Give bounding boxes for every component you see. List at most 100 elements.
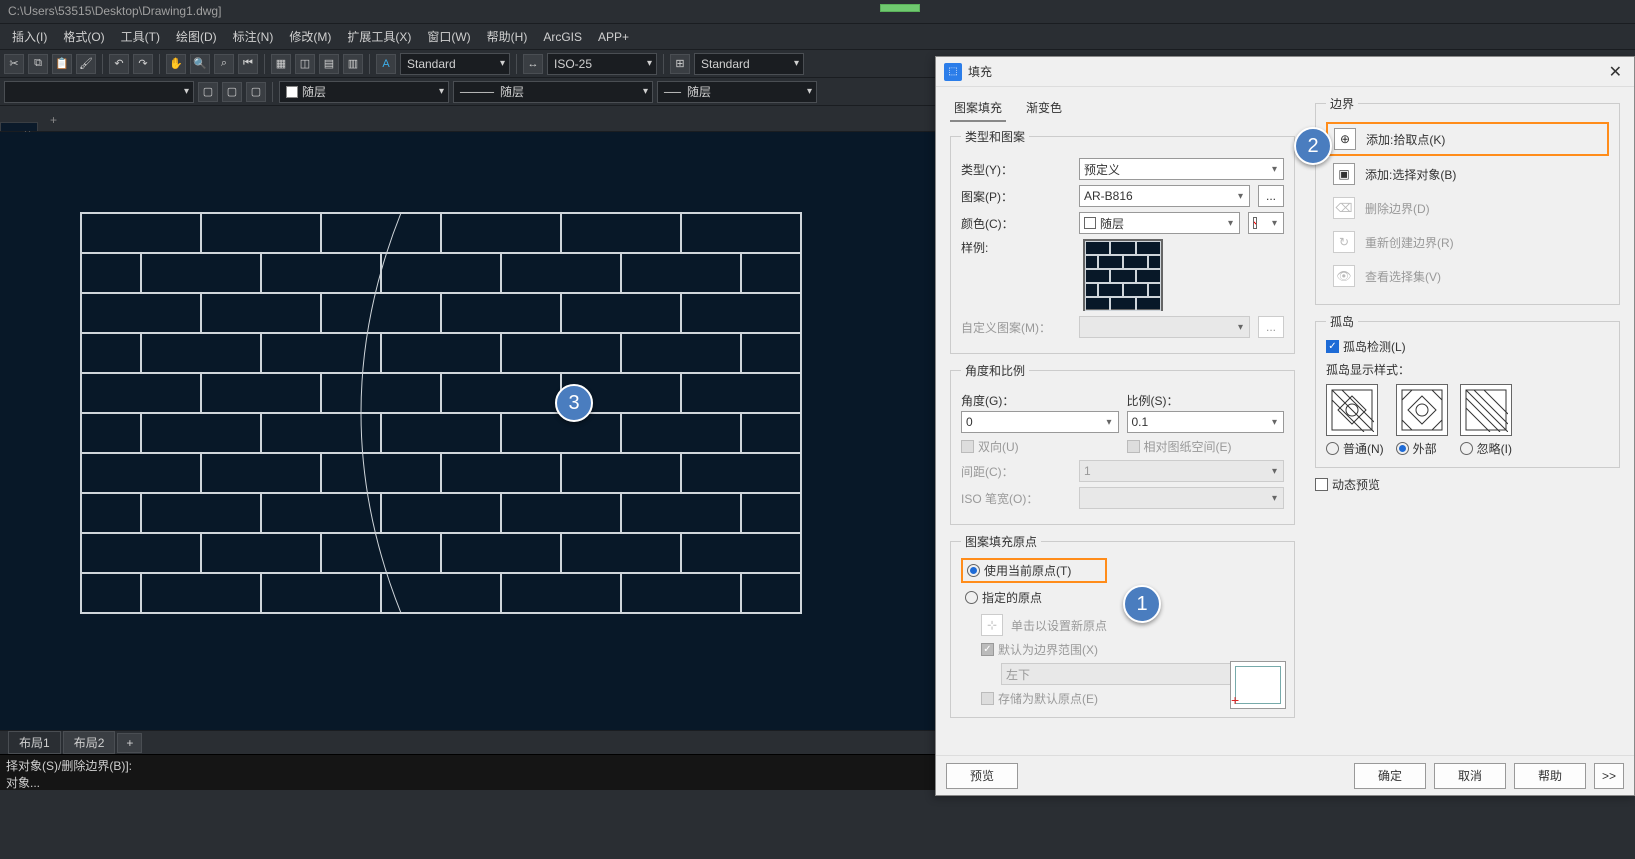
radio-island-normal[interactable]: 普通(N) xyxy=(1326,440,1384,457)
cut-icon[interactable]: ✂ xyxy=(4,54,24,74)
grid-icon[interactable]: ▦ xyxy=(271,54,291,74)
checkbox-rel-paper: 相对图纸空间(E) xyxy=(1127,438,1285,455)
group-island: 孤岛 孤岛检测(L) 孤岛显示样式： 普通(N) 外部 忽略(I) xyxy=(1315,313,1620,468)
hatch-dialog: ⬚ 填充 ✕ 图案填充 渐变色 类型和图案 类型(Y)： 预定义 图案(P)： … xyxy=(935,56,1635,796)
checkbox-double: 双向(U) xyxy=(961,438,1119,455)
layer-combo[interactable] xyxy=(4,81,194,103)
type-combo[interactable]: 预定义 xyxy=(1079,158,1284,180)
menu-app[interactable]: APP+ xyxy=(590,26,637,48)
pattern-combo[interactable]: AR-B816 xyxy=(1079,185,1250,207)
dim-icon[interactable]: ↔ xyxy=(523,54,543,74)
dim-style-combo[interactable]: ISO-25 xyxy=(547,53,657,75)
menu-bar: 插入(I) 格式(O) 工具(T) 绘图(D) 标注(N) 修改(M) 扩展工具… xyxy=(0,24,1635,50)
recreate-icon: ↻ xyxy=(1333,231,1355,253)
menu-format[interactable]: 格式(O) xyxy=(55,24,112,49)
checkbox-island-detect[interactable]: 孤岛检测(L) xyxy=(1326,338,1609,355)
group-boundary: 边界 ⊕ 添加:拾取点(K) ▣ 添加:选择对象(B) ⌫ 删除边界(D) ↻ … xyxy=(1315,95,1620,305)
text-icon[interactable]: A xyxy=(376,54,396,74)
title-path: C:\Users\53515\Desktop\Drawing1.dwg] xyxy=(8,4,221,18)
tab-gradient[interactable]: 渐变色 xyxy=(1022,95,1066,122)
undo-icon[interactable]: ↶ xyxy=(109,54,129,74)
btn-add-pick-points[interactable]: ⊕ 添加:拾取点(K) xyxy=(1326,122,1609,156)
table2-icon[interactable]: ▤ xyxy=(319,54,339,74)
color-combo[interactable]: 随层 xyxy=(1079,212,1240,234)
separator xyxy=(369,54,370,74)
island-preview-ignore[interactable] xyxy=(1460,384,1512,436)
cancel-button[interactable]: 取消 xyxy=(1434,763,1506,789)
file-tab-add[interactable]: + xyxy=(40,109,67,131)
zoom-prev-icon[interactable]: ⏮ xyxy=(238,54,258,74)
matchprop-icon[interactable]: 🖌 xyxy=(76,54,96,74)
callout-2: 2 xyxy=(1294,127,1332,165)
color2-combo[interactable] xyxy=(1248,212,1284,234)
scale-combo[interactable]: 0.1 xyxy=(1127,411,1285,433)
layout-tab-1[interactable]: 布局1 xyxy=(8,731,61,754)
zoom-window-icon[interactable]: ⌕ xyxy=(214,54,234,74)
menu-help[interactable]: 帮助(H) xyxy=(479,24,536,49)
group-angle-scale: 角度和比例 角度(G)： 0 比例(S)： 0.1 双向(U) 相对图纸空间(E… xyxy=(950,362,1295,525)
island-preview-outer[interactable] xyxy=(1396,384,1448,436)
label-scale: 比例(S)： xyxy=(1127,392,1285,409)
expand-button[interactable]: >> xyxy=(1594,763,1624,789)
zoom-icon[interactable]: 🔍 xyxy=(190,54,210,74)
preview-button[interactable]: 预览 xyxy=(946,763,1018,789)
layer-icon-1[interactable]: ▢ xyxy=(198,82,218,102)
text-style-combo[interactable]: Standard xyxy=(400,53,510,75)
label-type: 类型(Y)： xyxy=(961,161,1071,178)
btn-view-selection: 👁 查看选择集(V) xyxy=(1326,260,1609,292)
callout-1: 1 xyxy=(1123,585,1161,623)
help-button[interactable]: 帮助 xyxy=(1514,763,1586,789)
radio-current-origin[interactable]: 使用当前原点(T) xyxy=(961,558,1107,583)
pattern-browse-button[interactable]: ... xyxy=(1258,185,1284,207)
layout-tab-2[interactable]: 布局2 xyxy=(63,731,116,754)
group-hatch-origin: 图案填充原点 使用当前原点(T) 指定的原点 ⊹ 单击以设置新原点 默认为边界范… xyxy=(950,533,1295,718)
table-style-combo[interactable]: Standard xyxy=(694,53,804,75)
menu-modify[interactable]: 修改(M) xyxy=(281,24,339,49)
angle-combo[interactable]: 0 xyxy=(961,411,1119,433)
view-icon: 👁 xyxy=(1333,265,1355,287)
label-pattern: 图案(P)： xyxy=(961,188,1071,205)
table-style-icon[interactable]: ⊞ xyxy=(670,54,690,74)
menu-extensions[interactable]: 扩展工具(X) xyxy=(339,24,419,49)
close-icon[interactable]: ✕ xyxy=(1605,62,1626,82)
layer-icon-2[interactable]: ▢ xyxy=(222,82,242,102)
menu-window[interactable]: 窗口(W) xyxy=(419,24,478,49)
brick-hatch xyxy=(80,212,802,614)
radio-island-ignore[interactable]: 忽略(I) xyxy=(1460,440,1512,457)
tab-pattern-fill[interactable]: 图案填充 xyxy=(950,95,1006,122)
dialog-titlebar: ⬚ 填充 ✕ xyxy=(936,57,1634,87)
file-tab-active[interactable]: × xyxy=(0,122,38,131)
separator xyxy=(102,54,103,74)
linetype-combo[interactable]: ────随层 xyxy=(453,81,653,103)
color-combo[interactable]: 随层 xyxy=(279,81,449,103)
table-icon[interactable]: ◫ xyxy=(295,54,315,74)
menu-tools[interactable]: 工具(T) xyxy=(113,24,168,49)
radio-island-outer[interactable]: 外部 xyxy=(1396,440,1448,457)
lineweight-combo[interactable]: ──随层 xyxy=(657,81,817,103)
btn-recreate-boundary: ↻ 重新创建边界(R) xyxy=(1326,226,1609,258)
menu-dimension[interactable]: 标注(N) xyxy=(225,24,282,49)
ok-button[interactable]: 确定 xyxy=(1354,763,1426,789)
checkbox-dynamic-preview[interactable]: 动态预览 xyxy=(1315,476,1620,493)
delete-icon: ⌫ xyxy=(1333,197,1355,219)
sample-preview[interactable] xyxy=(1083,239,1163,311)
custom-browse-button: ... xyxy=(1258,316,1284,338)
spacing-input: 1 xyxy=(1079,460,1284,482)
label-penwidth: ISO 笔宽(O)： xyxy=(961,490,1071,507)
pan-icon[interactable]: ✋ xyxy=(166,54,186,74)
btn-delete-boundary: ⌫ 删除边界(D) xyxy=(1326,192,1609,224)
menu-draw[interactable]: 绘图(D) xyxy=(168,24,225,49)
progress-indicator xyxy=(880,4,920,12)
island-preview-normal[interactable] xyxy=(1326,384,1378,436)
menu-arcgis[interactable]: ArcGIS xyxy=(535,26,590,48)
layout-add[interactable]: + xyxy=(117,733,142,753)
menu-insert[interactable]: 插入(I) xyxy=(4,24,55,49)
label-color: 颜色(C)： xyxy=(961,215,1071,232)
paste-icon[interactable]: 📋 xyxy=(52,54,72,74)
redo-icon[interactable]: ↷ xyxy=(133,54,153,74)
btn-add-select-objects[interactable]: ▣ 添加:选择对象(B) xyxy=(1326,158,1609,190)
layer-icon-3[interactable]: ▢ xyxy=(246,82,266,102)
hatch-icon: ⬚ xyxy=(944,63,962,81)
report-icon[interactable]: ▥ xyxy=(343,54,363,74)
copy-icon[interactable]: ⧉ xyxy=(28,54,48,74)
